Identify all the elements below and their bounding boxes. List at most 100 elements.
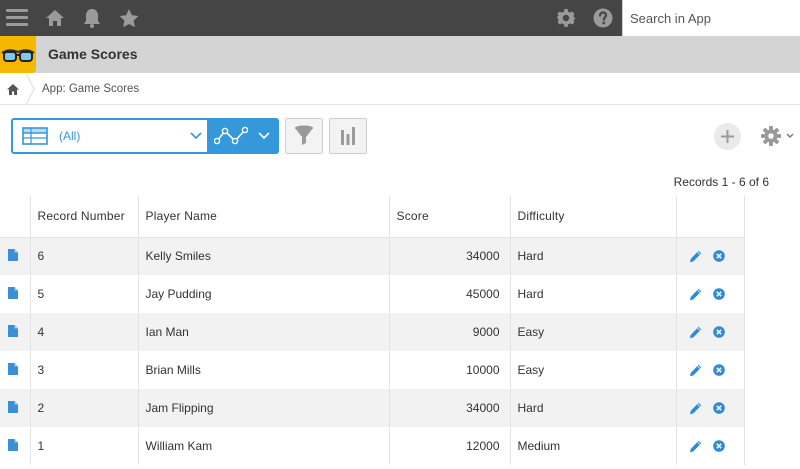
document-icon[interactable] [8,248,18,261]
breadcrumb-home-icon[interactable] [0,73,26,105]
cell-record-number: 6 [30,237,139,275]
chevron-down-icon [258,132,270,140]
edit-icon[interactable] [689,288,702,301]
top-bar [0,0,800,36]
help-icon[interactable] [593,0,613,36]
table-row[interactable]: 2 Jam Flipping 34000 Hard [0,389,745,427]
column-header-score[interactable]: Score [389,196,511,238]
delete-icon[interactable] [712,440,725,452]
view-selector-value: (All) [59,129,81,143]
breadcrumb: App: Game Scores [0,73,800,105]
cell-player-name: William Kam [138,427,390,465]
edit-icon[interactable] [689,440,702,453]
bell-icon[interactable] [82,0,102,36]
chevron-down-icon [786,133,794,138]
row-actions-cell [676,427,745,465]
table-row[interactable]: 4 Ian Man 9000 Easy [0,313,745,351]
glasses-icon [1,49,35,62]
plus-icon [721,130,734,143]
column-header-player-name[interactable]: Player Name [138,196,390,238]
header-actions-cell [676,196,745,238]
cell-difficulty: Hard [510,389,677,427]
app-logo[interactable] [0,36,36,73]
cell-score: 34000 [389,389,511,427]
delete-icon[interactable] [712,326,725,338]
edit-icon[interactable] [689,326,702,339]
cell-player-name: Kelly Smiles [138,237,390,275]
table-header-row: Record Number Player Name Score Difficul… [0,196,745,238]
document-icon[interactable] [8,362,18,375]
cell-difficulty: Easy [510,313,677,351]
add-record-button[interactable] [714,123,741,150]
delete-icon[interactable] [712,250,725,263]
cell-score: 12000 [389,427,511,465]
row-view-cell [0,313,31,351]
graph-icon [214,126,248,145]
document-icon[interactable] [8,438,18,451]
filter-button[interactable] [285,118,323,154]
star-icon[interactable] [119,0,139,36]
row-view-cell [0,275,31,313]
home-icon[interactable] [44,0,66,36]
cell-difficulty: Easy [510,351,677,389]
edit-icon[interactable] [689,364,702,377]
document-icon[interactable] [8,286,18,299]
chevron-down-icon [190,132,202,140]
cell-player-name: Jay Pudding [138,275,390,313]
gear-icon [761,126,781,146]
breadcrumb-app-link[interactable]: App: Game Scores [42,73,139,105]
table-settings-button[interactable] [760,124,796,148]
table-row[interactable]: 5 Jay Pudding 45000 Hard [0,275,745,313]
row-view-cell [0,427,31,465]
cell-difficulty: Medium [510,427,677,465]
filter-icon [295,125,313,145]
cell-difficulty: Hard [510,275,677,313]
row-view-cell [0,351,31,389]
row-actions-cell [676,351,745,389]
row-view-cell [0,389,31,427]
delete-icon[interactable] [712,402,725,414]
edit-icon[interactable] [689,250,702,263]
cell-score: 10000 [389,351,511,389]
breadcrumb-separator-icon [25,73,35,105]
delete-icon[interactable] [712,288,725,300]
row-actions-cell [676,275,745,313]
document-icon[interactable] [8,324,18,337]
app-title: Game Scores [48,46,138,62]
records-table: Record Number Player Name Score Difficul… [0,196,745,465]
row-actions-cell [676,389,745,427]
document-icon[interactable] [8,400,18,413]
records-count: Records 1 - 6 of 6 [673,175,769,189]
table-row[interactable]: 6 Kelly Smiles 34000 Hard [0,237,745,275]
gear-icon[interactable] [556,0,576,36]
row-actions-cell [676,237,745,275]
bar-chart-icon [341,127,355,145]
menu-icon[interactable] [6,0,28,36]
table-row[interactable]: 3 Brian Mills 10000 Easy [0,351,745,389]
cell-score: 9000 [389,313,511,351]
cell-record-number: 2 [30,389,139,427]
cell-record-number: 4 [30,313,139,351]
cell-player-name: Brian Mills [138,351,390,389]
table-row[interactable]: 1 William Kam 12000 Medium [0,427,745,465]
graph-view-button[interactable] [207,118,279,154]
column-header-difficulty[interactable]: Difficulty [510,196,677,238]
cell-record-number: 5 [30,275,139,313]
cell-difficulty: Hard [510,237,677,275]
edit-icon[interactable] [689,402,702,415]
cell-player-name: Ian Man [138,313,390,351]
cell-record-number: 1 [30,427,139,465]
row-actions-cell [676,313,745,351]
search-input[interactable] [623,0,800,36]
row-view-cell [0,237,31,275]
delete-icon[interactable] [712,364,725,376]
chart-button[interactable] [329,118,367,154]
column-header-record-number[interactable]: Record Number [30,196,139,238]
cell-player-name: Jam Flipping [138,389,390,427]
cell-score: 45000 [389,275,511,313]
view-selector[interactable]: (All) [11,118,209,154]
cell-score: 34000 [389,237,511,275]
cell-record-number: 3 [30,351,139,389]
header-icon-cell [0,196,31,238]
table-view-icon [22,127,48,145]
